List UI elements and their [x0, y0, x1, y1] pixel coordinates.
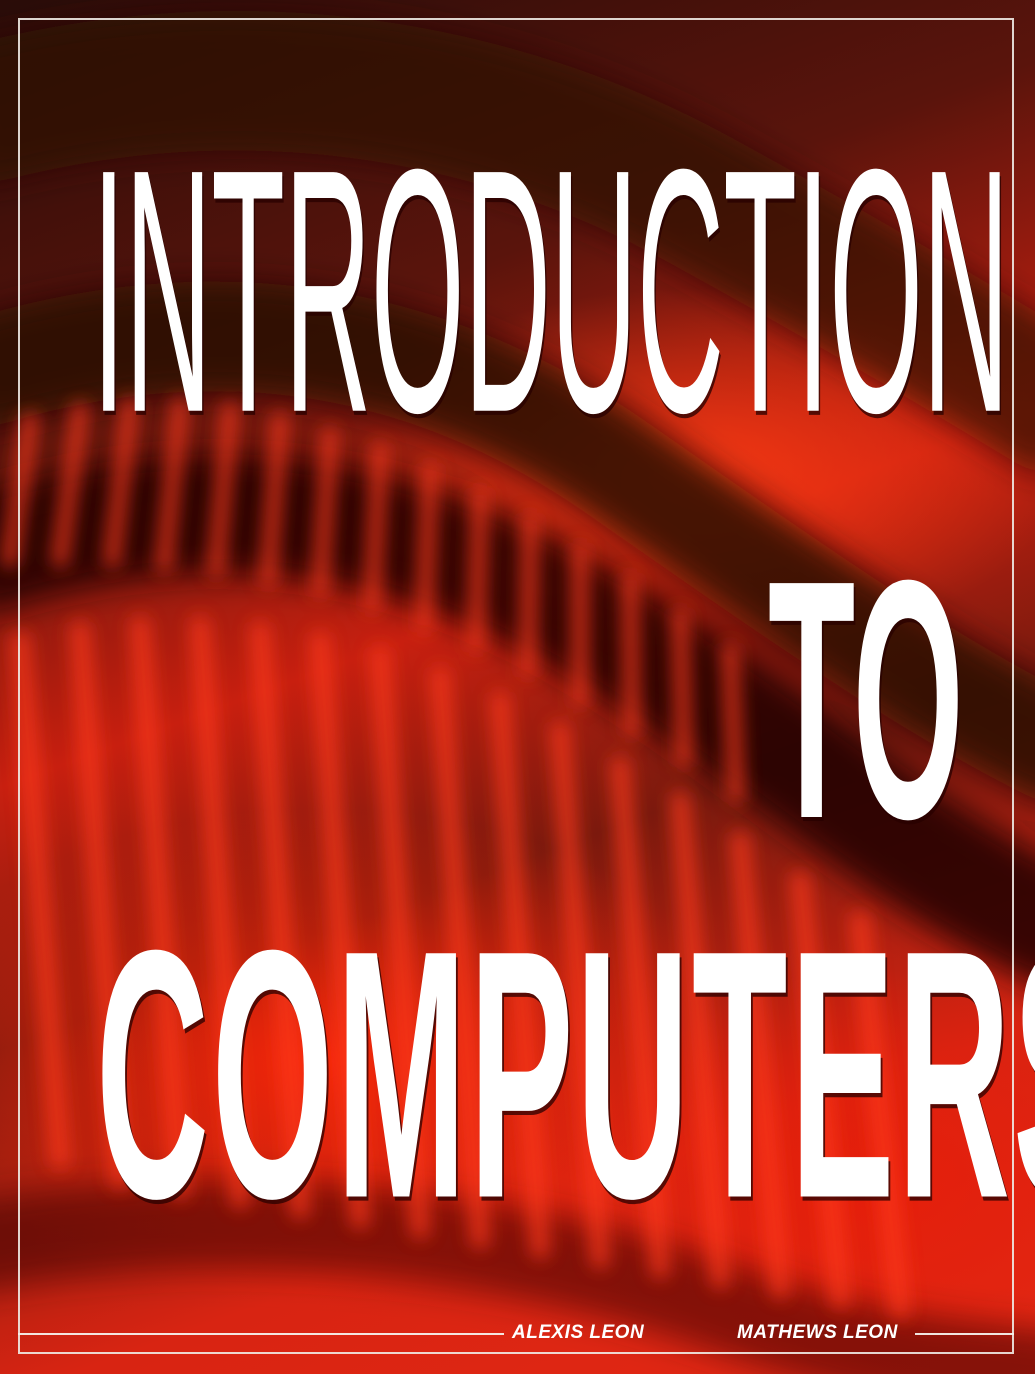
author-rule-right [915, 1333, 1014, 1335]
author-name-2: MATHEWS LEON [737, 1322, 898, 1343]
author-name-1: ALEXIS LEON [512, 1322, 645, 1343]
author-rule-left [18, 1333, 504, 1335]
author-bar: ALEXIS LEON MATHEWS LEON [0, 1322, 1035, 1344]
title-line-introduction: INTRODUCTION [92, 97, 1009, 486]
book-cover: INTRODUCTION TO COMPUTERS ALEXIS LEON MA… [0, 0, 1035, 1374]
title-line-computers: COMPUTERS [96, 877, 1035, 1273]
title-line-to: TO [768, 510, 964, 890]
